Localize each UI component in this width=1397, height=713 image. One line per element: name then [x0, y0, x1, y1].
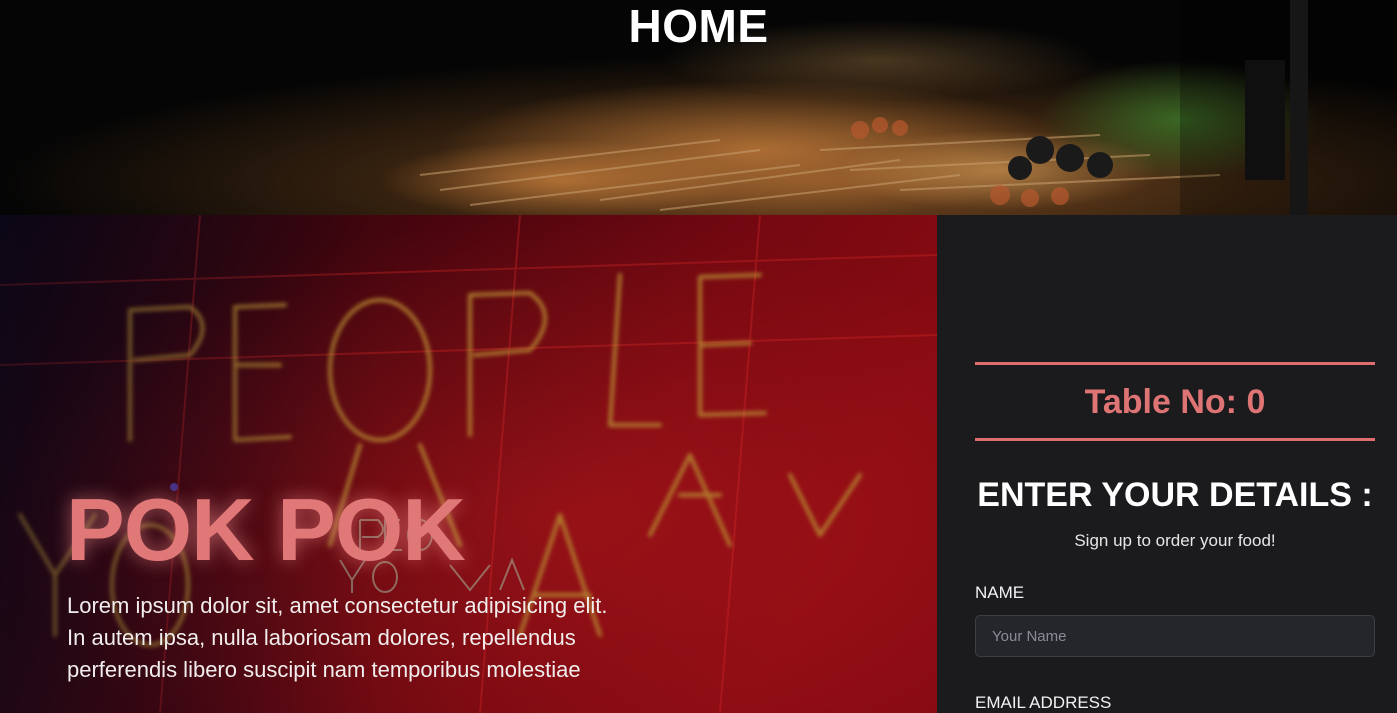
table-number: Table No: 0 [1084, 383, 1266, 421]
hero-description: Lorem ipsum dolor sit, amet consectetur … [67, 590, 667, 686]
hero-section: POK POK Lorem ipsum dolor sit, amet cons… [0, 215, 937, 713]
header-banner: HOME [0, 0, 1397, 215]
hero-description-line: Lorem ipsum dolor sit, amet consectetur … [67, 593, 608, 618]
hero-description-line: perferendis libero suscipit nam temporib… [67, 657, 581, 682]
form-title: ENTER YOUR DETAILS : [977, 476, 1373, 514]
hero-description-line: In autem ipsa, nulla laboriosam dolores,… [67, 625, 576, 650]
page-title: HOME [628, 0, 769, 52]
table-divider-top [975, 362, 1375, 365]
order-form-panel: Table No: 0 ENTER YOUR DETAILS : Sign up… [937, 215, 1397, 713]
email-label: EMAIL ADDRESS [975, 693, 1112, 712]
form-subtitle: Sign up to order your food! [1074, 531, 1276, 550]
name-input[interactable] [975, 615, 1375, 657]
brand-name: POK POK [66, 480, 466, 579]
table-divider-bottom [975, 438, 1375, 441]
name-label: NAME [975, 583, 1025, 602]
